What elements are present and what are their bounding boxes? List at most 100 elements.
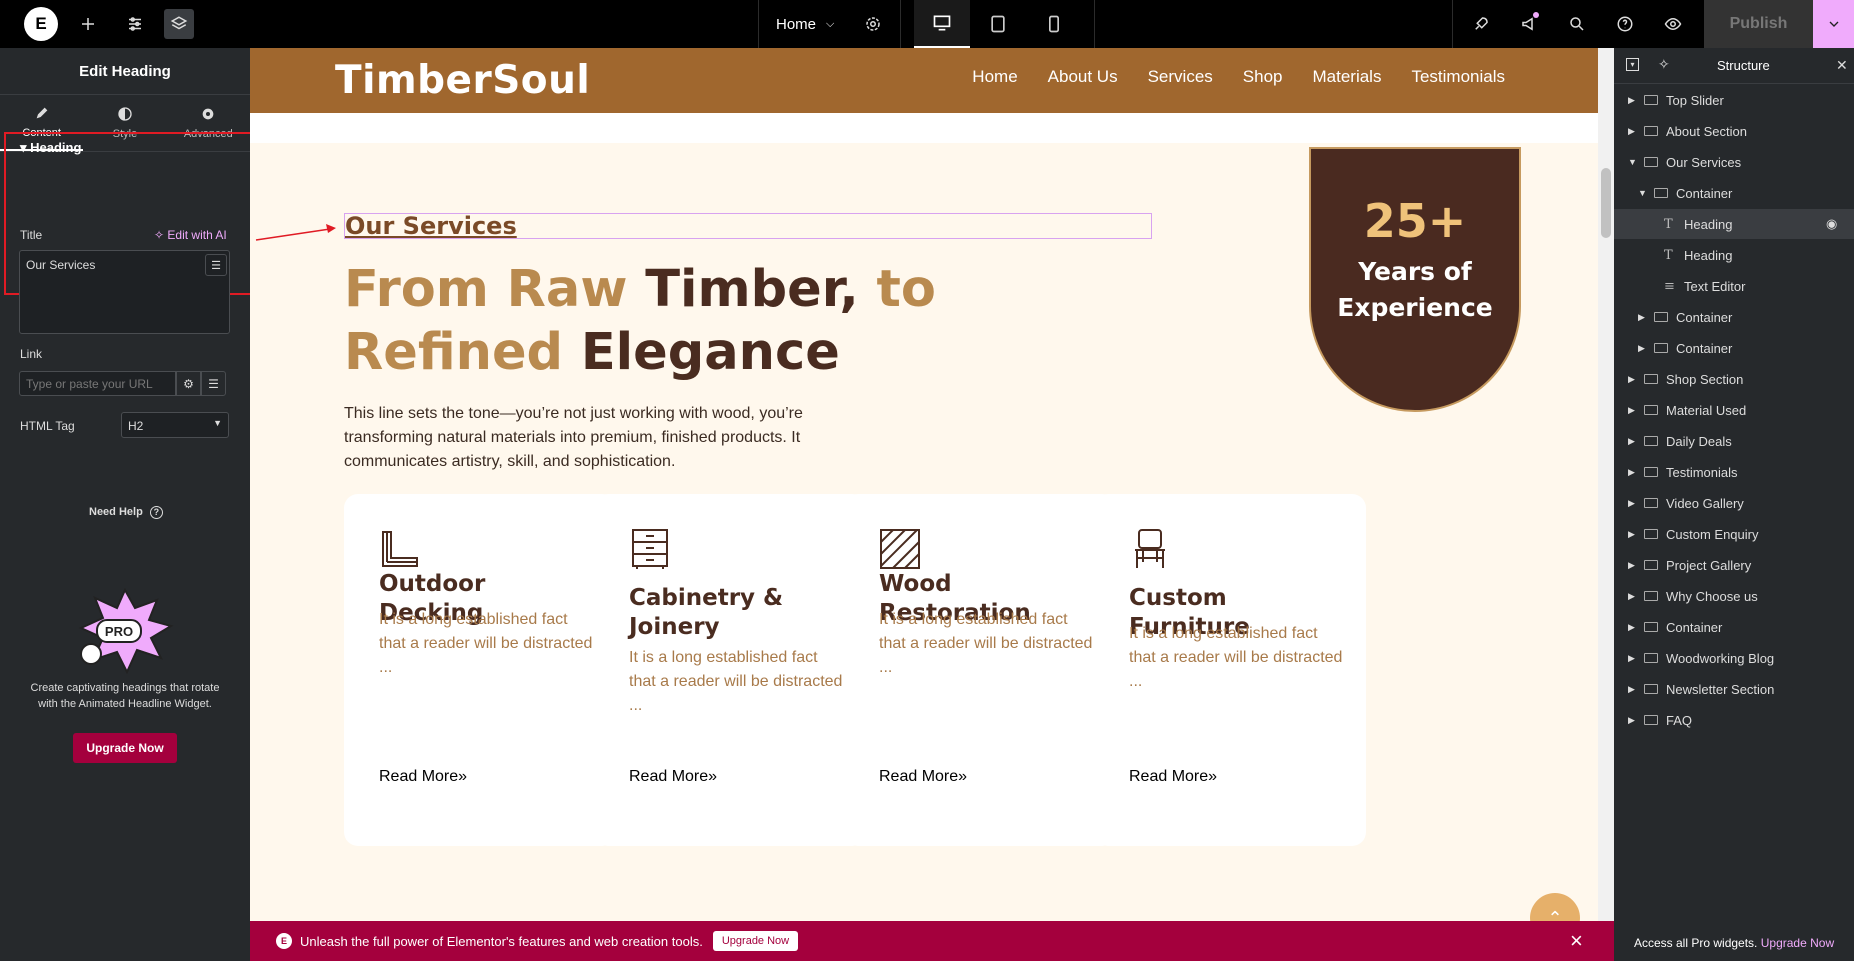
need-help-link[interactable]: Need Help ? — [89, 506, 163, 519]
read-more-button[interactable]: Read More» — [879, 768, 1028, 812]
nav-materials[interactable]: Materials — [1312, 67, 1381, 87]
caret-right-icon[interactable]: ▶ — [1638, 312, 1648, 323]
services-description[interactable]: This line sets the tone—you’re not just … — [344, 402, 874, 474]
nav-shop[interactable]: Shop — [1243, 67, 1283, 87]
help-icon[interactable] — [1610, 9, 1640, 39]
caret-right-icon[interactable]: ▶ — [1628, 622, 1638, 633]
ai-sparkle-icon[interactable]: ✧ — [1658, 56, 1670, 73]
html-tag-select[interactable]: H2 ▼ — [121, 412, 229, 438]
elementor-logo[interactable]: E — [24, 7, 58, 41]
structure-item-label: Top Slider — [1666, 92, 1724, 108]
section-toggle-heading[interactable]: ▾ Heading — [20, 140, 81, 156]
preview-eye-icon[interactable] — [1658, 9, 1688, 39]
caret-right-icon[interactable]: ▶ — [1628, 126, 1638, 137]
search-icon[interactable] — [1562, 9, 1592, 39]
nav-testimonials[interactable]: Testimonials — [1411, 67, 1505, 87]
services-kicker-heading[interactable]: Our Services — [344, 213, 1152, 239]
notifications-megaphone-icon[interactable] — [1514, 9, 1544, 39]
caret-right-icon[interactable]: ▶ — [1628, 529, 1638, 540]
nav-about-us[interactable]: About Us — [1048, 67, 1118, 87]
structure-item[interactable]: ▶ About Section — [1614, 116, 1854, 146]
container-icon — [1644, 622, 1658, 632]
tablet-view-icon[interactable] — [970, 0, 1026, 48]
caret-right-icon[interactable]: ▶ — [1628, 653, 1638, 664]
caret-right-icon[interactable]: ▶ — [1628, 684, 1638, 695]
container-icon — [1644, 560, 1658, 570]
caret-right-icon[interactable]: ▶ — [1628, 498, 1638, 509]
collapse-all-icon[interactable]: ▾ — [1626, 58, 1639, 71]
caret-right-icon[interactable]: ▶ — [1628, 374, 1638, 385]
container-icon — [1654, 312, 1668, 322]
structure-item[interactable]: ▶ Daily Deals — [1614, 426, 1854, 456]
close-icon[interactable]: × — [1570, 928, 1583, 954]
caret-right-icon[interactable]: ▶ — [1628, 436, 1638, 447]
structure-layers-icon[interactable] — [164, 9, 194, 39]
caret-down-icon[interactable]: ▼ — [1638, 188, 1648, 198]
double-chevron-right-icon: » — [958, 768, 968, 785]
page-selector[interactable]: Home ⌵ — [776, 0, 834, 48]
caret-right-icon[interactable]: ▶ — [1628, 405, 1638, 416]
text-editor-icon: ≡ — [1664, 278, 1675, 294]
scrollbar-thumb[interactable] — [1601, 168, 1611, 238]
container-icon — [1644, 374, 1658, 384]
link-dynamic-tags-icon[interactable]: ☰ — [201, 371, 226, 396]
structure-item-label: Our Services — [1666, 154, 1742, 170]
link-url-input[interactable]: Type or paste your URL — [19, 371, 176, 396]
pro-footer-upgrade-link[interactable]: Upgrade Now — [1761, 936, 1834, 950]
add-element-icon[interactable] — [73, 9, 103, 39]
card-text: It is a long established fact that a rea… — [879, 611, 1093, 676]
structure-item[interactable]: ▶ Shop Section — [1614, 364, 1854, 394]
caret-right-icon[interactable]: ▶ — [1628, 715, 1638, 726]
caret-down-icon[interactable]: ▼ — [1628, 157, 1638, 167]
structure-item[interactable]: ▶ Material Used — [1614, 395, 1854, 425]
nav-home[interactable]: Home — [972, 67, 1017, 87]
page-settings-gear-icon[interactable] — [858, 9, 888, 39]
upgrade-now-button[interactable]: Upgrade Now — [73, 733, 177, 763]
structure-item[interactable]: ▶ Container — [1614, 333, 1854, 363]
structure-item[interactable]: ▶ FAQ — [1614, 705, 1854, 735]
caret-right-icon[interactable]: ▶ — [1628, 95, 1638, 106]
need-help-label: Need Help — [89, 506, 143, 518]
title-textarea[interactable]: Our Services — [19, 250, 230, 334]
caret-right-icon[interactable]: ▶ — [1628, 560, 1638, 571]
structure-item[interactable]: ▶ Why Choose us — [1614, 581, 1854, 611]
structure-item[interactable]: ▶ Top Slider — [1614, 85, 1854, 115]
canvas-scrollbar[interactable] — [1598, 48, 1614, 961]
desktop-view-icon[interactable] — [914, 0, 970, 48]
structure-item[interactable]: ▶ Woodworking Blog — [1614, 643, 1854, 673]
site-brand-logo[interactable]: TimberSoul — [335, 58, 590, 103]
read-more-button[interactable]: Read More» — [629, 768, 778, 812]
structure-item[interactable]: ≡ Text Editor — [1614, 271, 1854, 301]
rocket-icon[interactable] — [1466, 9, 1496, 39]
title-label: Title — [20, 228, 43, 242]
caret-right-icon[interactable]: ▶ — [1628, 591, 1638, 602]
edit-with-ai-button[interactable]: ✧ Edit with AI — [154, 228, 227, 242]
caret-right-icon[interactable]: ▶ — [1628, 467, 1638, 478]
link-options-gear-icon[interactable]: ⚙ — [176, 371, 201, 396]
structure-item[interactable]: T Heading ◉ — [1614, 209, 1854, 239]
publish-options-chevron-icon[interactable] — [1813, 0, 1854, 48]
read-more-button[interactable]: Read More» — [1129, 768, 1278, 812]
close-icon[interactable]: ✕ — [1836, 57, 1848, 74]
container-icon — [1644, 684, 1658, 694]
structure-item[interactable]: ▶ Newsletter Section — [1614, 674, 1854, 704]
structure-item[interactable]: T Heading — [1614, 240, 1854, 270]
structure-item[interactable]: ▶ Container — [1614, 302, 1854, 332]
services-main-heading[interactable]: From Raw Timber, to Refined Elegance — [344, 258, 964, 384]
structure-item[interactable]: ▶ Video Gallery — [1614, 488, 1854, 518]
structure-item[interactable]: ▼ Our Services — [1614, 147, 1854, 177]
structure-item[interactable]: ▼ Container — [1614, 178, 1854, 208]
visibility-eye-icon[interactable]: ◉ — [1826, 216, 1837, 232]
structure-item[interactable]: ▶ Custom Enquiry — [1614, 519, 1854, 549]
structure-item[interactable]: ▶ Container — [1614, 612, 1854, 642]
dynamic-tags-icon[interactable]: ☰ — [205, 254, 227, 276]
nav-services[interactable]: Services — [1148, 67, 1213, 87]
caret-right-icon[interactable]: ▶ — [1638, 343, 1648, 354]
mobile-view-icon[interactable] — [1026, 0, 1082, 48]
structure-item[interactable]: ▶ Testimonials — [1614, 457, 1854, 487]
site-settings-icon[interactable] — [120, 9, 150, 39]
publish-button[interactable]: Publish — [1704, 0, 1813, 48]
notice-upgrade-button[interactable]: Upgrade Now — [713, 931, 798, 951]
structure-item[interactable]: ▶ Project Gallery — [1614, 550, 1854, 580]
read-more-button[interactable]: Read More» — [379, 768, 528, 812]
